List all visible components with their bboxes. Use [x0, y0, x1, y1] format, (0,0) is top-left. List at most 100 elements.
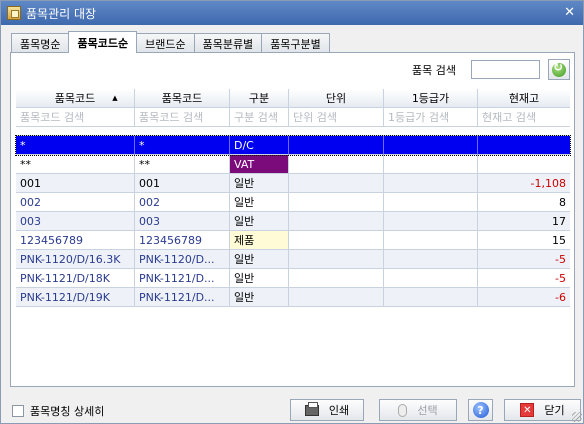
grid-header: 품목코드 ▲ 품목코드 구분 단위 1등급가 현재고 [16, 89, 570, 108]
mouse-icon [398, 403, 408, 417]
close-button[interactable]: ✕ 닫기 [504, 399, 581, 421]
tab-by-code[interactable]: 품목코드순 [68, 31, 138, 53]
close-label: 닫기 [544, 404, 565, 417]
cell-code-2: PNK-1120/D... [135, 250, 230, 269]
cell-stock: 15 [478, 231, 570, 250]
table-row[interactable]: 001 001 일반 -1,108 [16, 174, 570, 193]
refresh-button[interactable] [548, 59, 570, 80]
cell-stock: -5 [478, 250, 570, 269]
cell-price1 [384, 288, 478, 307]
cell-unit [289, 174, 384, 193]
cell-stock: -6 [478, 288, 570, 307]
detail-name-checkbox[interactable]: 품목명칭 상세히 [12, 403, 104, 419]
cell-unit [289, 136, 384, 155]
cell-code: PNK-1121/D/19K [16, 288, 135, 307]
help-icon: ? [472, 402, 489, 418]
column-header-price1[interactable]: 1등급가 [384, 89, 478, 108]
filter-price1[interactable]: 1등급가 검색 [384, 108, 478, 127]
cell-type: 일반 [230, 250, 289, 269]
table-row[interactable]: 123456789 123456789 제품 15 [16, 231, 570, 250]
column-header-code-2[interactable]: 품목코드 [135, 89, 230, 108]
cell-unit [289, 155, 384, 174]
cell-type: 일반 [230, 288, 289, 307]
table-row[interactable]: PNK-1121/D/19K PNK-1121/D... 일반 -6 [16, 288, 570, 307]
cell-price1 [384, 231, 478, 250]
tab-by-brand[interactable]: 브랜드순 [136, 33, 195, 53]
print-label: 인쇄 [328, 404, 350, 417]
cell-stock: -1,108 [478, 174, 570, 193]
cell-code-2: PNK-1121/D... [135, 269, 230, 288]
search-label: 품목 검색 [412, 64, 456, 77]
cell-type: VAT [230, 155, 289, 174]
column-header-code[interactable]: 품목코드 ▲ [16, 89, 135, 108]
filter-type[interactable]: 구분 검색 [230, 108, 289, 127]
cell-unit [289, 288, 384, 307]
cell-code: 002 [16, 193, 135, 212]
checkbox-box[interactable] [12, 405, 24, 417]
tab-by-type[interactable]: 품목구분별 [261, 33, 330, 53]
cell-code-2: 123456789 [135, 231, 230, 250]
table-row[interactable]: * * D/C [15, 135, 571, 156]
grid-spacer [16, 127, 570, 136]
cell-price1 [384, 193, 478, 212]
tab-by-category[interactable]: 품목분류별 [193, 33, 263, 53]
cell-code-2: 002 [135, 193, 230, 212]
select-label: 선택 [417, 404, 438, 417]
cell-code-2: ** [135, 155, 230, 174]
cell-code: 123456789 [16, 231, 135, 250]
cell-code: PNK-1121/D/18K [16, 269, 135, 288]
search-input[interactable] [471, 60, 540, 79]
cell-code: PNK-1120/D/16.3K [16, 250, 135, 269]
cell-code-2: * [135, 136, 230, 155]
cell-type: 일반 [230, 174, 289, 193]
cell-unit [289, 250, 384, 269]
cell-code-2: 003 [135, 212, 230, 231]
cell-price1 [384, 155, 478, 174]
close-x-icon[interactable]: ✕ [564, 5, 575, 20]
filter-code-2[interactable]: 품목코드 검색 [135, 108, 230, 127]
table-row[interactable]: 003 003 일반 17 [16, 212, 570, 231]
cell-type: 일반 [230, 269, 289, 288]
filter-unit[interactable]: 단위 검색 [289, 108, 384, 127]
filter-stock[interactable]: 현재고 검색 [478, 108, 570, 127]
table-row[interactable]: PNK-1120/D/16.3K PNK-1120/D... 일반 -5 [16, 250, 570, 269]
cell-stock [478, 136, 570, 155]
cell-type: 일반 [230, 212, 289, 231]
table-row[interactable]: PNK-1121/D/18K PNK-1121/D... 일반 -5 [16, 269, 570, 288]
table-row[interactable]: 002 002 일반 8 [16, 193, 570, 212]
sort-asc-icon: ▲ [112, 94, 118, 102]
cell-code: * [16, 136, 135, 155]
column-header-type[interactable]: 구분 [230, 89, 289, 108]
table-row[interactable]: ** ** VAT [16, 155, 570, 174]
window: 품목관리 대장 ✕ 품목명순 품목코드순 브랜드순 품목분류별 품목구분별 품목… [0, 0, 584, 424]
cell-type: 제품 [230, 231, 289, 250]
cell-unit [289, 231, 384, 250]
column-header-stock[interactable]: 현재고 [478, 89, 570, 108]
cell-type: 일반 [230, 193, 289, 212]
item-list-panel: 품목 검색 품목코드▲ 품목코드 구분 단위 1등급가 현재고 품목코드 검색 … [10, 52, 575, 387]
item-grid: 품목코드 ▲ 품목코드 구분 단위 1등급가 현재고 품목코드 검색 품목코드 검… [15, 89, 571, 307]
help-button[interactable]: ? [468, 399, 493, 421]
cell-price1 [384, 174, 478, 193]
cell-stock: -5 [478, 269, 570, 288]
cell-stock: 17 [478, 212, 570, 231]
refresh-icon [552, 60, 566, 77]
cell-unit [289, 212, 384, 231]
cell-price1 [384, 136, 478, 155]
select-button[interactable]: 선택 [379, 399, 457, 421]
tab-by-name[interactable]: 품목명순 [11, 33, 70, 53]
resize-grip[interactable] [572, 412, 582, 422]
cell-price1 [384, 269, 478, 288]
cell-code-2: PNK-1121/D... [135, 288, 230, 307]
filter-code[interactable]: 품목코드 검색 [16, 108, 135, 127]
print-button[interactable]: 인쇄 [290, 399, 364, 421]
column-header-unit[interactable]: 단위 [289, 89, 384, 108]
cell-code-2: 001 [135, 174, 230, 193]
cell-unit [289, 193, 384, 212]
cell-stock: 8 [478, 193, 570, 212]
close-icon: ✕ [520, 403, 535, 417]
cell-code: 001 [16, 174, 135, 193]
cell-stock [478, 155, 570, 174]
detail-name-label: 품목명칭 상세히 [30, 405, 105, 418]
cell-type: D/C [230, 136, 289, 155]
